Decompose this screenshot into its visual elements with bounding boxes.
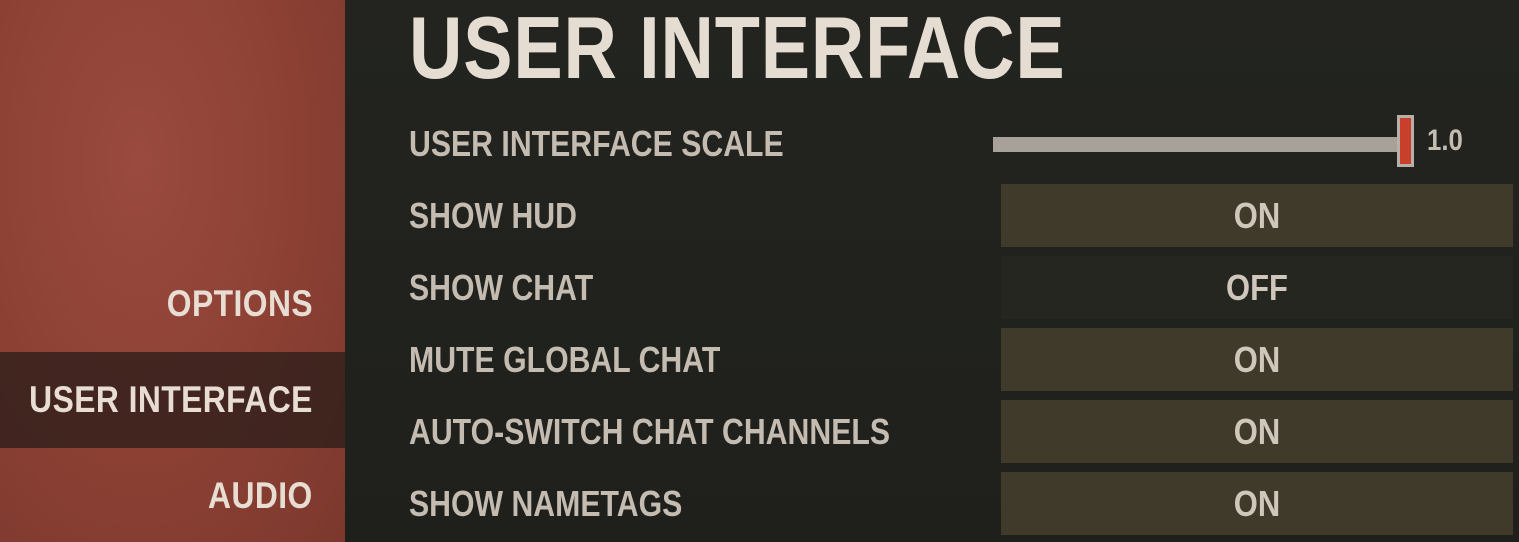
mute-global-chat-label: MUTE GLOBAL CHAT <box>409 339 721 380</box>
mute-global-chat-toggle[interactable]: ON <box>1001 328 1513 391</box>
sidebar-item-user-interface[interactable]: USER INTERFACE <box>0 352 345 448</box>
options-sidebar: OPTIONS USER INTERFACE AUDIO <box>0 0 345 542</box>
sidebar-item-label: OPTIONS <box>166 283 313 324</box>
ui-scale-value: 1.0 <box>1427 124 1463 157</box>
show-hud-toggle[interactable]: ON <box>1001 184 1513 247</box>
ui-scale-slider-track[interactable] <box>993 137 1405 152</box>
settings-panel: USER INTERFACE USER INTERFACE SCALE 1.0 … <box>345 0 1519 542</box>
show-chat-toggle[interactable]: OFF <box>1001 256 1513 319</box>
show-chat-label: SHOW CHAT <box>409 267 594 308</box>
sidebar-item-label: AUDIO <box>208 475 313 516</box>
auto-switch-chat-toggle[interactable]: ON <box>1001 400 1513 463</box>
ui-scale-slider-handle[interactable] <box>1396 115 1414 167</box>
settings-screen: OPTIONS USER INTERFACE AUDIO USER INTERF… <box>0 0 1519 542</box>
show-nametags-toggle[interactable]: ON <box>1001 472 1513 535</box>
sidebar-item-audio[interactable]: AUDIO <box>0 448 345 542</box>
show-hud-label: SHOW HUD <box>409 195 577 236</box>
page-title: USER INTERFACE <box>409 0 1066 97</box>
sidebar-item-label: USER INTERFACE <box>29 379 313 420</box>
ui-scale-label: USER INTERFACE SCALE <box>409 123 784 164</box>
show-nametags-label: SHOW NAMETAGS <box>409 483 683 524</box>
sidebar-item-options[interactable]: OPTIONS <box>0 256 345 352</box>
auto-switch-chat-label: AUTO-SWITCH CHAT CHANNELS <box>409 411 891 452</box>
